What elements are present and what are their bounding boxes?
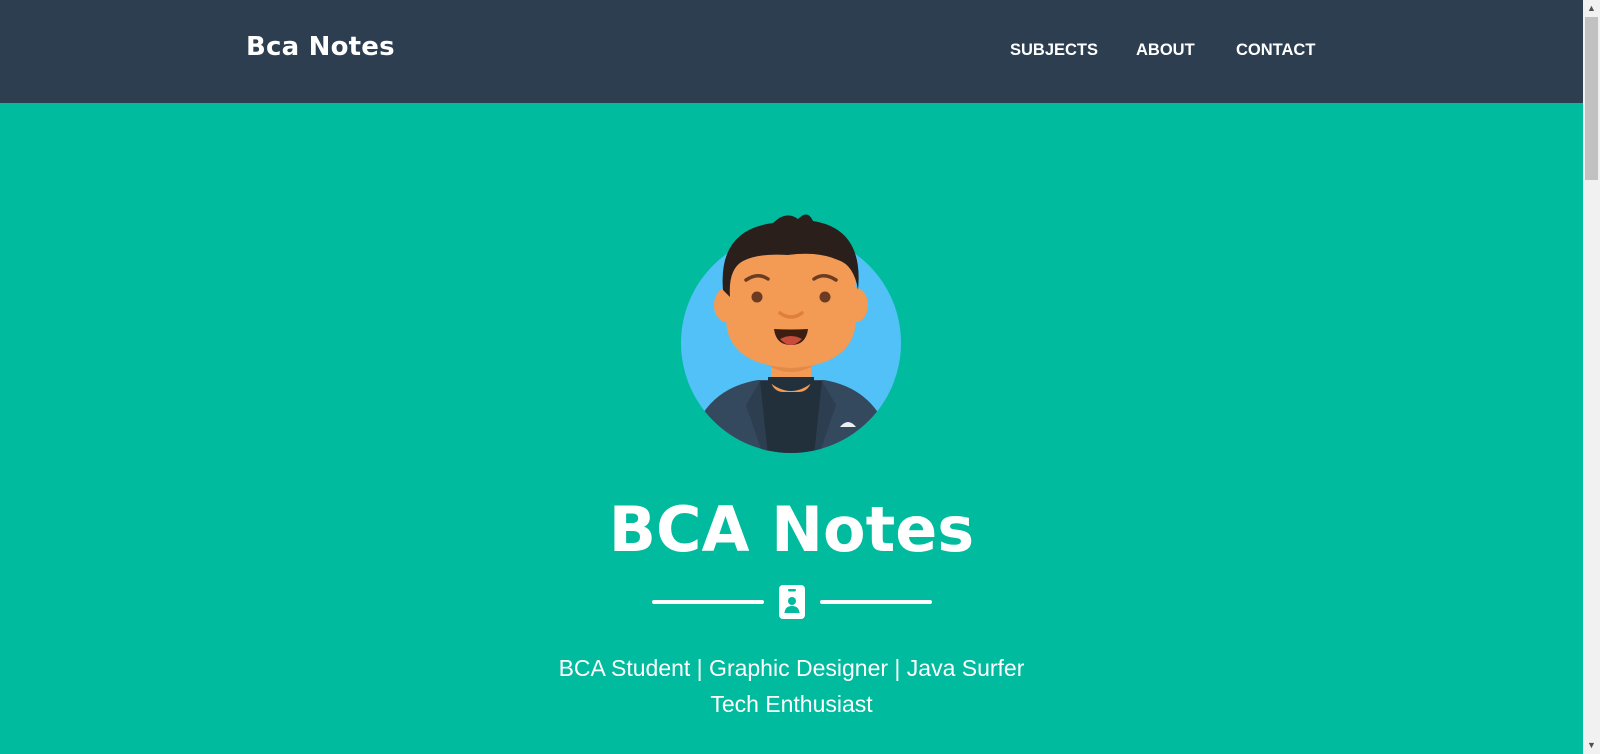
brand-link[interactable]: Bca Notes <box>246 32 395 62</box>
avatar <box>668 205 918 455</box>
subtitle: BCA Student | Graphic Designer | Java Su… <box>0 650 1583 722</box>
nav-link-contact[interactable]: CONTACT <box>1236 41 1315 60</box>
nav-link-about[interactable]: ABOUT <box>1136 41 1195 60</box>
nav-link-subjects[interactable]: SUBJECTS <box>1010 41 1098 60</box>
page-viewport: Bca Notes SUBJECTS ABOUT CONTACT BCA Not… <box>0 0 1583 754</box>
scroll-up-arrow-icon[interactable]: ▲ <box>1583 0 1600 17</box>
subtitle-line: BCA Student | Graphic Designer | Java Su… <box>558 655 1025 681</box>
scrollbar-thumb[interactable] <box>1585 17 1598 180</box>
page-title: BCA Notes <box>608 493 975 566</box>
id-badge-icon <box>779 585 805 619</box>
navbar: Bca Notes SUBJECTS ABOUT CONTACT <box>0 0 1583 103</box>
subtitle-line: Tech Enthusiast <box>710 691 873 717</box>
title-divider <box>0 585 1583 619</box>
avatar-illustration-icon <box>681 214 901 453</box>
divider-line-left <box>652 600 764 604</box>
divider-line-right <box>820 600 932 604</box>
scroll-down-arrow-icon[interactable]: ▼ <box>1583 737 1600 754</box>
vertical-scrollbar[interactable]: ▲ ▼ <box>1583 0 1600 754</box>
